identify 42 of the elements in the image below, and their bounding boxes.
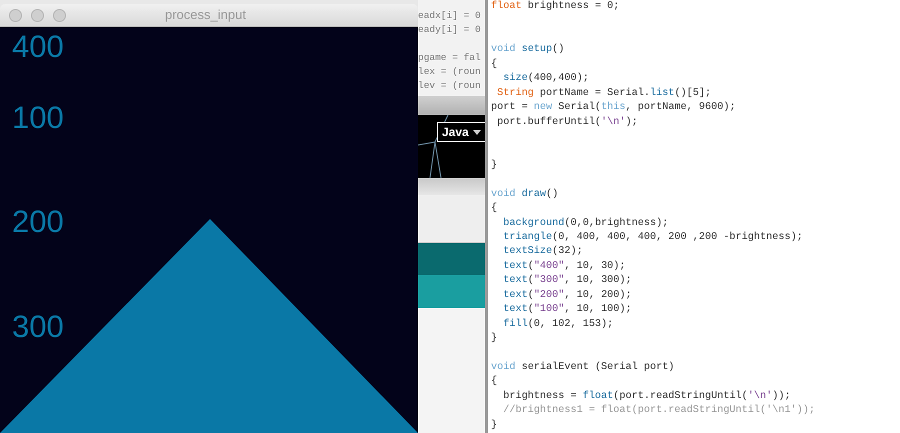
- code-line: //brightness1 = float(port.readStringUntil('\n1'));: [502, 404, 816, 418]
- code-line: {: [491, 58, 498, 72]
- code-line: textSize(32);: [502, 245, 583, 260]
- code-line: eadx[i] = 0: [418, 9, 481, 23]
- minimize-icon[interactable]: [31, 8, 44, 22]
- code-line: brightness = float(port.readStringUntil('\n'));: [502, 390, 791, 404]
- code-line: fill(0, 102, 153);: [502, 318, 614, 332]
- code-line: pgame = fal: [418, 51, 481, 65]
- code-line: {: [491, 202, 498, 216]
- code-line: void draw(): [491, 188, 558, 202]
- code-line: lev = (roun: [418, 79, 481, 93]
- code-line: port.bufferUntil('\n');: [496, 116, 638, 130]
- canvas-label: 100: [12, 100, 64, 136]
- code-line: }: [491, 418, 498, 433]
- code-line: port = new Serial(this, portName, 9600);: [491, 101, 736, 116]
- code-line: text("300", 10, 300);: [502, 274, 632, 288]
- caret-icon: [472, 130, 481, 134]
- code-line: text("200", 10, 200);: [502, 288, 632, 303]
- code-line: background(0,0,brightness);: [502, 216, 668, 231]
- code-line: eady[i] = 0: [418, 23, 481, 37]
- mode-dropdown[interactable]: Java: [437, 122, 485, 142]
- code-line: void serialEvent (Serial port): [491, 360, 674, 375]
- code-line: float brightness = 0;: [491, 0, 620, 14]
- canvas-label: 300: [12, 309, 64, 345]
- window-title: process_input: [165, 6, 246, 24]
- status-bar: [418, 243, 485, 275]
- code-line: void setup(): [491, 43, 564, 58]
- code-line: }: [491, 332, 498, 346]
- panel-background: [418, 96, 485, 115]
- console-bar: [418, 275, 485, 308]
- code-line: text("100", 10, 100);: [502, 303, 632, 318]
- canvas-label: 200: [12, 204, 64, 240]
- code-line: }: [491, 158, 498, 173]
- close-icon[interactable]: [9, 8, 22, 22]
- code-line: size(400,400);: [502, 72, 589, 86]
- maximize-icon[interactable]: [53, 8, 66, 22]
- code-line: {: [491, 375, 498, 390]
- code-line: text("400", 10, 30);: [502, 260, 626, 274]
- canvas-label: 400: [12, 29, 64, 65]
- code-line: triangle(0, 400, 400, 400, 200 ,200 -brightness);: [502, 231, 803, 245]
- code-line: lex = (roun: [418, 65, 481, 79]
- code-line: String portName = Serial.list()[5];: [496, 86, 712, 101]
